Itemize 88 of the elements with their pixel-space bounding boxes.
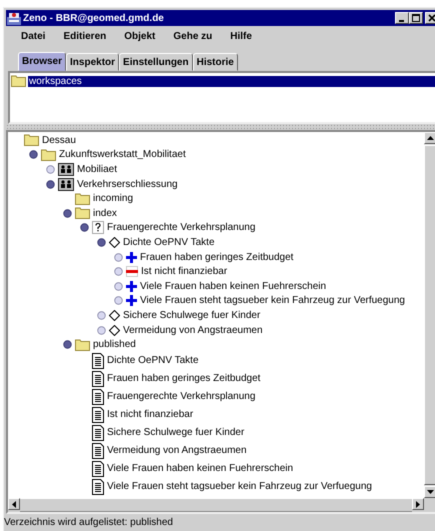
tree-item[interactable]: Verkehrserschliessung [77, 178, 178, 190]
scroll-up-button[interactable] [424, 132, 435, 144]
document-icon [92, 352, 104, 369]
scrollbar-thumb[interactable] [20, 498, 412, 512]
tree-item[interactable]: published [93, 339, 136, 350]
diamond-icon [109, 236, 120, 248]
tree-item[interactable]: Dessau [42, 134, 76, 146]
tab[interactable]: Inspektor [66, 53, 120, 71]
tab[interactable]: Historie [192, 53, 238, 71]
tree-item[interactable]: Ist nicht finanziebar [141, 266, 228, 278]
people-icon [58, 162, 74, 176]
document-icon [92, 406, 104, 423]
tab[interactable]: Einstellungen [119, 53, 193, 71]
minus-icon [126, 266, 138, 278]
people-icon [58, 178, 74, 191]
tree-item[interactable]: incoming [93, 193, 134, 204]
expand-handle[interactable] [97, 310, 106, 320]
tree-item[interactable]: Frauen haben geringes Zeitbudget [107, 373, 260, 384]
expand-handle[interactable] [63, 208, 72, 218]
expand-handle[interactable] [114, 296, 123, 306]
close-button[interactable] [425, 12, 435, 24]
document-icon [92, 478, 104, 495]
expand-handle[interactable] [63, 340, 72, 350]
tree-item[interactable]: Mobiliaet [77, 164, 118, 175]
expand-handle[interactable] [46, 180, 55, 189]
tree-item[interactable]: Frauen haben geringes Zeitbudget [140, 252, 294, 263]
tree-item[interactable]: Viele Frauen steht tagsueber kein Fahrzeug zur Verfuegung [140, 295, 405, 306]
tree-item[interactable]: Sichere Schulwege fuer Kinder [123, 310, 260, 321]
tree-item[interactable]: Dichte OePNV Takte [123, 236, 215, 248]
expand-handle[interactable] [97, 326, 106, 335]
scroll-down-button[interactable] [424, 486, 435, 498]
plus-icon [126, 280, 137, 292]
menu-item[interactable]: Gehe zu [164, 30, 222, 42]
window-title: Zeno - BBR@geomed.gmd.de [23, 12, 165, 24]
menu-item[interactable]: Datei [12, 30, 54, 42]
caret-left-icon [12, 500, 16, 508]
tree-item[interactable]: Ist nicht finanziebar [107, 409, 194, 420]
expand-handle[interactable] [97, 238, 106, 247]
scroll-left-button[interactable] [8, 498, 20, 510]
maximize-button[interactable] [409, 12, 423, 24]
caret-right-icon [416, 500, 420, 508]
expand-handle[interactable] [114, 252, 123, 262]
tree-item[interactable]: Dichte OePNV Takte [107, 355, 199, 366]
folder-icon [75, 192, 90, 205]
expand-handle[interactable] [46, 164, 55, 174]
document-icon [92, 388, 104, 405]
expand-handle[interactable] [114, 282, 123, 291]
status-text: Verzeichnis wird aufgelistet: published [4, 516, 174, 530]
scroll-right-button[interactable] [412, 498, 424, 510]
tree-item[interactable]: Zukunftswerkstatt_Mobilitaet [59, 149, 186, 160]
minimize-button[interactable] [395, 12, 409, 24]
folder-icon [75, 207, 90, 220]
maximize-icon [412, 14, 420, 22]
tree-item[interactable]: Viele Frauen haben keinen Fuehrerschein [107, 463, 294, 474]
plus-icon [126, 252, 137, 263]
tree-item[interactable]: Vermeidung von Angstraeumen [107, 445, 247, 456]
folder-icon [41, 148, 56, 161]
tree-item[interactable]: Viele Frauen steht tagsueber kein Fahrzeug zur Verfuegung [107, 481, 372, 492]
menu-item[interactable]: Objekt [115, 30, 164, 42]
document-icon [92, 424, 104, 441]
expand-handle[interactable] [80, 223, 89, 232]
tree-item[interactable]: workspaces [28, 76, 435, 86]
document-icon [92, 370, 104, 387]
diamond-icon [109, 310, 120, 321]
document-icon [92, 460, 104, 477]
caret-up-icon [426, 136, 434, 140]
diamond-icon [109, 324, 120, 336]
folder-icon [11, 75, 26, 87]
menu-item[interactable]: Editieren [54, 30, 116, 42]
folder-icon [24, 134, 39, 146]
document-icon [92, 442, 104, 459]
tree-item[interactable]: Sichere Schulwege fuer Kinder [107, 427, 244, 438]
expand-handle[interactable] [29, 150, 38, 160]
help-icon [92, 221, 104, 234]
scrollbar-thumb[interactable] [424, 145, 435, 485]
close-icon [428, 14, 435, 22]
tree-item[interactable]: Frauengerechte Verkehrsplanung [107, 222, 256, 234]
expand-handle[interactable] [114, 267, 123, 276]
folder-icon [75, 338, 90, 351]
tree-item[interactable]: Viele Frauen haben keinen Fuehrerschein [140, 280, 326, 292]
tree-item[interactable]: Frauengerechte Verkehrsplanung [107, 391, 256, 402]
plus-icon [126, 295, 137, 306]
tree-item[interactable]: Vermeidung von Angstraeumen [123, 324, 263, 336]
tab[interactable]: Browser [18, 52, 66, 71]
menu-item[interactable]: Hilfe [221, 30, 261, 42]
caret-down-icon [426, 490, 434, 494]
tree-item[interactable]: index [93, 208, 117, 219]
app-icon [7, 12, 21, 24]
